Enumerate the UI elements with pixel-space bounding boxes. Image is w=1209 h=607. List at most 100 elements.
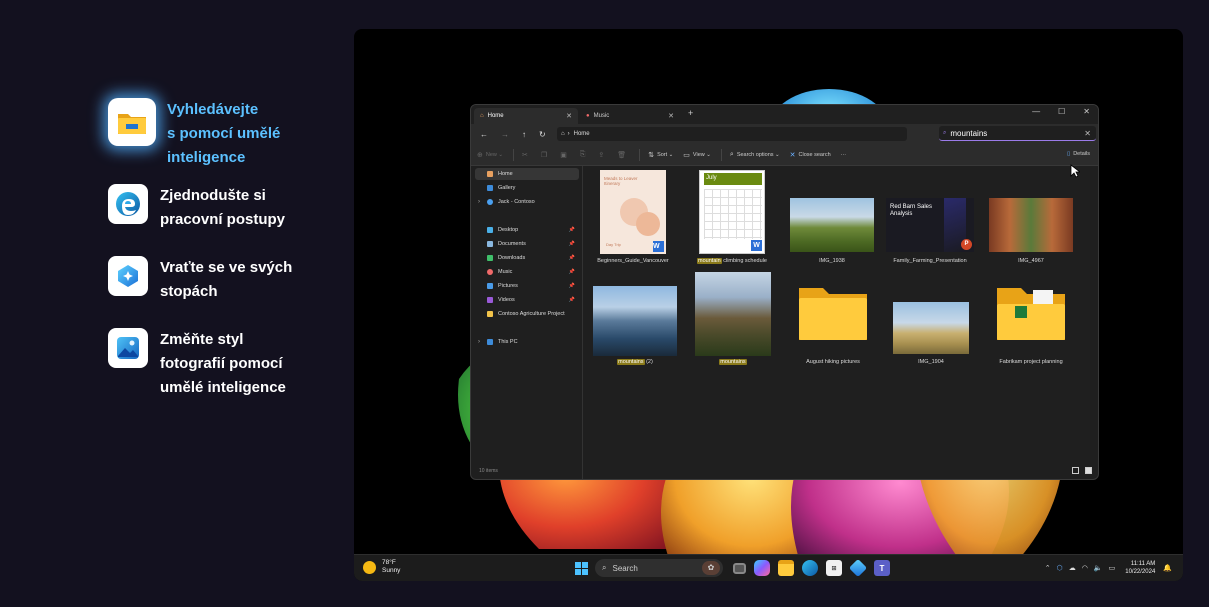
delete-button[interactable]: 🗑 [617, 151, 629, 159]
folder-icon[interactable] [797, 284, 869, 342]
feature-workflows[interactable]: Zjednodušte si pracovní postupy [108, 184, 348, 232]
image-thumbnail[interactable] [989, 198, 1073, 252]
forward-icon[interactable]: → [501, 130, 509, 139]
close-icon[interactable]: ✕ [1083, 107, 1090, 116]
clear-search-icon[interactable]: ✕ [1084, 129, 1091, 138]
music-icon: ● [586, 113, 590, 119]
nav-item-desktop[interactable]: Desktop 📌 [475, 224, 579, 236]
sort-button[interactable]: ⇅ Sort ⌄ [648, 151, 673, 159]
nav-item-videos[interactable]: Videos 📌 [475, 294, 579, 306]
close-tab-icon[interactable]: ✕ [668, 112, 674, 120]
nav-item-gallery[interactable]: Gallery [475, 182, 579, 194]
nav-item-downloads[interactable]: Downloads 📌 [475, 252, 579, 264]
pin-icon[interactable]: 📌 [569, 227, 575, 233]
close-search-button[interactable]: ✕ Close search [790, 151, 831, 159]
videos-icon [487, 297, 493, 303]
copy-button[interactable]: ❐ [541, 151, 550, 159]
word-icon: W [653, 241, 664, 252]
image-thumbnail[interactable] [790, 198, 874, 252]
doc-thumbnail[interactable]: Meads to Leaver Itinerary Day Trip W [600, 170, 666, 254]
pin-icon[interactable]: 📌 [569, 255, 575, 261]
chevron-right-icon[interactable]: › [478, 339, 480, 345]
rename-button[interactable]: ⎘ [580, 151, 589, 159]
documents-icon [487, 241, 493, 247]
system-tray: ⌃ ⬡ ☁ ◠ 🔈 ▭ 11:11 AM 10/22/2024 🔔 [1042, 560, 1175, 576]
new-tab-button[interactable]: + [688, 108, 693, 118]
feature-list: Vyhledávejte s pomocí umělé inteligence … [108, 98, 348, 416]
powerpoint-icon: P [961, 239, 972, 250]
nav-item-music[interactable]: Music 📌 [475, 266, 579, 278]
pin-icon[interactable]: 📌 [569, 283, 575, 289]
back-icon[interactable]: ← [480, 130, 488, 139]
cut-button[interactable]: ✂ [522, 151, 531, 159]
doc-thumbnail[interactable]: July W [699, 170, 765, 254]
tab-home[interactable]: ⌂ Home ✕ [474, 108, 578, 124]
photos-icon [108, 328, 148, 368]
tiles-view-icon[interactable] [1085, 467, 1092, 474]
navigation-pane: Home Gallery › Jack - Contoso Desktop 📌 Do… [471, 166, 583, 479]
nav-item-onedrive[interactable]: › Jack - Contoso [475, 196, 579, 208]
recall-icon[interactable] [848, 558, 868, 578]
paste-button[interactable]: ▣ [560, 151, 570, 159]
address-bar[interactable]: ⌂ › Home [557, 127, 907, 141]
task-view-icon[interactable] [733, 562, 746, 574]
share-button[interactable]: ⇪ [598, 151, 607, 159]
chevron-up-icon[interactable]: ⌃ [1045, 564, 1051, 572]
more-options-button[interactable]: ··· [841, 152, 847, 158]
nav-item-home[interactable]: Home [475, 168, 579, 180]
image-thumbnail[interactable] [695, 272, 771, 356]
ppt-thumbnail[interactable]: Red Barn Sales Analysis P [886, 198, 974, 252]
search-options-button[interactable]: ⌕ Search options ⌄ [730, 151, 780, 159]
details-view-icon[interactable] [1072, 467, 1079, 474]
pin-icon[interactable]: 📌 [569, 241, 575, 247]
notification-bell-icon[interactable]: 🔔 [1163, 564, 1172, 572]
feature-photos-restyle[interactable]: Změňte styl fotografií pomocí umělé inte… [108, 328, 348, 400]
teams-icon[interactable]: T [874, 560, 890, 576]
minimize-icon[interactable]: — [1032, 107, 1040, 116]
taskbar-search[interactable]: ⌕ Search ✿ [595, 559, 723, 577]
nav-item-documents[interactable]: Documents 📌 [475, 238, 579, 250]
pin-icon[interactable]: 📌 [569, 297, 575, 303]
search-icon: ⌕ [943, 129, 947, 136]
command-bar: ⊕ New ⌄ ✂ ❐ ▣ ⎘ ⇪ 🗑 ⇅ Sort ⌄ ▭ View ⌄ ⌕ Sear… [471, 144, 1098, 166]
nav-item-contoso[interactable]: Contoso Agriculture Project [475, 308, 579, 320]
new-button[interactable]: ⊕ New ⌄ [477, 151, 503, 159]
clock[interactable]: 11:11 AM 10/22/2024 [1125, 560, 1155, 576]
divider [513, 148, 515, 161]
refresh-icon[interactable]: ↻ [539, 130, 546, 139]
feature-ai-search[interactable]: Vyhledávejte s pomocí umělé inteligence [108, 98, 348, 170]
battery-icon[interactable]: ▭ [1109, 564, 1116, 572]
search-input[interactable]: ⌕ mountains ✕ [939, 126, 1096, 141]
explorer-body: Home Gallery › Jack - Contoso Desktop 📌 Do… [471, 166, 1098, 479]
start-button[interactable] [575, 561, 588, 575]
wifi-icon[interactable]: ◠ [1082, 564, 1088, 572]
microsoft-store-icon[interactable]: ⊞ [826, 560, 842, 576]
image-thumbnail[interactable] [593, 286, 677, 356]
edge-icon[interactable] [802, 560, 818, 576]
music-icon [487, 269, 493, 275]
details-button[interactable]: ▯ Details [1067, 151, 1090, 157]
nav-item-this-pc[interactable]: › This PC [475, 336, 579, 348]
decorative-circle [636, 212, 660, 236]
image-thumbnail[interactable] [893, 302, 969, 354]
pin-icon[interactable]: 📌 [569, 269, 575, 275]
maximize-icon[interactable]: ☐ [1058, 107, 1065, 116]
view-button[interactable]: ▭ View ⌄ [683, 151, 711, 159]
copilot-tray-icon[interactable]: ⬡ [1057, 564, 1063, 572]
nav-item-pictures[interactable]: Pictures 📌 [475, 280, 579, 292]
volume-icon[interactable]: 🔈 [1094, 564, 1103, 572]
copilot-icon[interactable] [754, 560, 770, 576]
weather-widget[interactable]: 78°F Sunny [363, 559, 400, 575]
search-options-icon: ⌕ [729, 150, 734, 158]
chevron-right-icon[interactable]: › [478, 199, 480, 205]
feature-recall[interactable]: Vraťte se ve svých stopách [108, 256, 348, 304]
close-tab-icon[interactable]: ✕ [566, 112, 572, 120]
divider [639, 148, 641, 161]
tab-music[interactable]: ● Music ✕ [580, 108, 680, 124]
file-explorer-icon[interactable] [778, 560, 794, 576]
up-icon[interactable]: ↑ [522, 130, 526, 139]
home-icon [487, 171, 493, 177]
recall-icon [108, 256, 148, 296]
folder-icon[interactable] [995, 284, 1067, 342]
onedrive-icon[interactable]: ☁ [1069, 564, 1076, 572]
